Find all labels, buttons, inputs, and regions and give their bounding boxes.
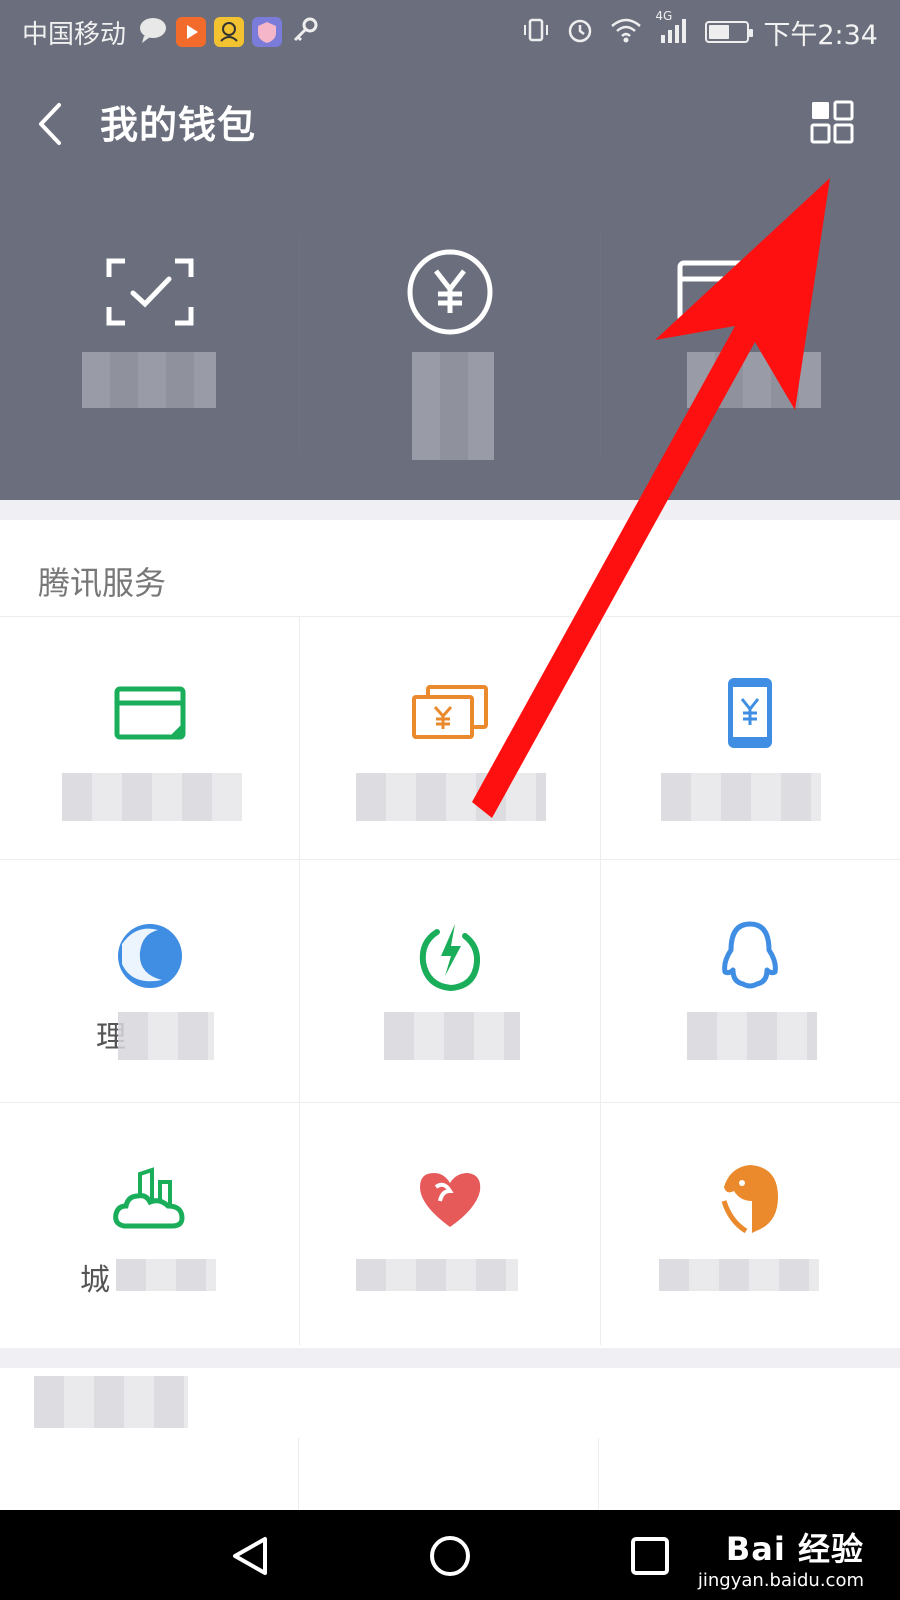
tile-label-redacted	[82, 352, 216, 408]
scan-check-icon	[102, 244, 198, 340]
wallet-tile-balance[interactable]	[299, 234, 599, 460]
tencent-services-section: 腾讯服务 理 城	[0, 520, 900, 1348]
service-phone-recharge[interactable]	[599, 617, 900, 859]
label-redacted	[116, 1259, 216, 1291]
label-redacted	[356, 773, 547, 821]
back-button[interactable]	[26, 92, 74, 156]
tile-label-redacted	[412, 352, 495, 460]
watermark-brand: Bai 经验	[725, 1530, 864, 1568]
more-apps-button[interactable]	[804, 94, 860, 150]
chat-bubble-icon	[138, 16, 168, 48]
services-row	[0, 616, 900, 859]
grid-icon	[810, 100, 854, 144]
tile-label-redacted	[686, 352, 821, 408]
chevron-left-icon	[39, 103, 61, 145]
page-title: 我的钱包	[100, 103, 257, 147]
watermark-url: jingyan.baidu.com	[697, 1570, 864, 1591]
battery-fill	[709, 25, 730, 39]
service-qq[interactable]	[599, 860, 900, 1102]
service-city[interactable]: 城	[0, 1103, 299, 1345]
key-icon	[290, 15, 320, 49]
service-card-transfer[interactable]	[0, 617, 299, 859]
nav-back-button[interactable]	[220, 1528, 280, 1584]
service-recharge[interactable]	[299, 860, 599, 1102]
square-recents-icon	[631, 1537, 669, 1575]
qq-penguin-icon	[710, 916, 790, 996]
label-redacted	[660, 773, 821, 821]
wallet-tile-card[interactable]	[599, 234, 900, 454]
services-row: 城	[0, 1102, 900, 1345]
lower-grid-divider	[298, 1438, 299, 1510]
battery-icon	[705, 21, 754, 43]
services-grid: 理 城	[0, 616, 900, 1345]
services-row: 理	[0, 859, 900, 1102]
card-icon	[672, 244, 768, 340]
signal-icon: 4G	[655, 9, 691, 49]
wallet-tile-pay[interactable]	[0, 234, 299, 454]
video-app-icon	[176, 17, 207, 47]
label-redacted	[384, 1012, 521, 1060]
service-penguin[interactable]	[599, 1103, 900, 1345]
network-type: 4G	[655, 9, 673, 23]
lightning-refresh-icon	[410, 916, 490, 996]
alarm-icon	[565, 15, 595, 49]
nav-home-button[interactable]	[420, 1528, 480, 1584]
label-redacted	[356, 1259, 519, 1291]
card-transfer-icon	[110, 673, 190, 753]
heart-icon	[410, 1159, 490, 1239]
circle-home-icon	[430, 1536, 470, 1576]
qq-app-icon	[214, 17, 245, 47]
city-cloud-icon	[110, 1159, 190, 1239]
lower-grid-divider	[598, 1438, 599, 1510]
navigation-bar: Bai 经验 jingyan.baidu.com	[0, 1510, 900, 1600]
service-label-visible: 城	[80, 1263, 110, 1298]
shield-app-icon	[252, 17, 283, 47]
vibrate-icon	[521, 15, 551, 49]
service-yuan-bills[interactable]	[299, 617, 599, 859]
service-charity[interactable]	[299, 1103, 599, 1345]
status-right: 4G 下午2:34	[521, 9, 878, 52]
label-redacted	[658, 1259, 819, 1291]
wealth-wave-icon	[110, 916, 190, 996]
section-title: 腾讯服务	[38, 564, 167, 602]
status-left: 中国移动	[22, 12, 320, 52]
yuan-bills-icon	[410, 673, 490, 753]
service-wealth[interactable]: 理	[0, 860, 299, 1102]
label-redacted	[118, 1012, 214, 1060]
wifi-icon	[609, 15, 643, 49]
triangle-back-icon	[233, 1537, 267, 1575]
clock: 下午2:34	[763, 19, 878, 51]
carrier-name: 中国移动	[22, 19, 127, 50]
label-redacted	[62, 773, 242, 821]
section-title-redacted	[34, 1376, 188, 1428]
penguin-profile-icon	[710, 1159, 790, 1239]
baidu-watermark: Bai 经验 jingyan.baidu.com	[698, 1524, 864, 1591]
wallet-tiles	[0, 234, 900, 460]
wallet-header: 我的钱包	[0, 64, 900, 500]
label-redacted	[686, 1012, 817, 1060]
status-bar: 中国移动 4G 下午2:34	[0, 0, 900, 64]
yuan-circle-icon	[402, 244, 498, 340]
phone-yuan-icon	[710, 673, 790, 753]
nav-recents-button[interactable]	[620, 1528, 680, 1584]
third-party-services-section	[0, 1368, 900, 1510]
